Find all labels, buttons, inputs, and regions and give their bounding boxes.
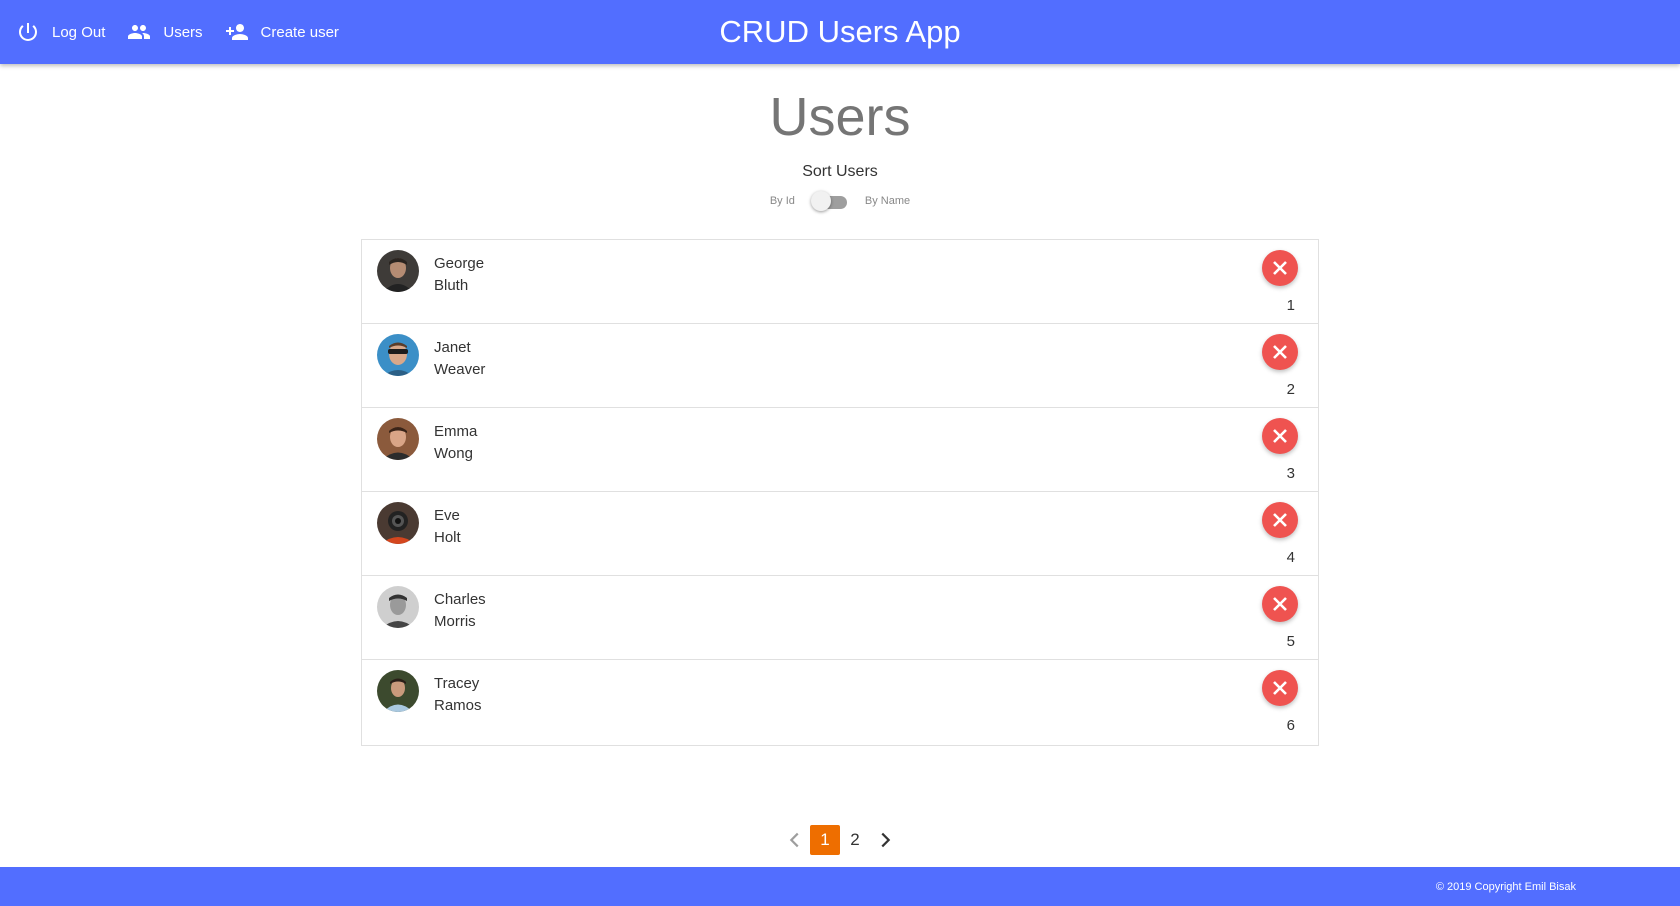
user-first-name: Tracey <box>434 675 480 692</box>
avatar <box>377 586 419 628</box>
user-first-name: Eve <box>434 507 460 524</box>
user-id: 1 <box>1286 297 1295 314</box>
user-last-name: Weaver <box>434 361 486 378</box>
delete-user-button[interactable] <box>1262 502 1298 538</box>
user-last-name: Bluth <box>434 277 469 294</box>
avatar-image <box>377 586 419 628</box>
sort-title: Sort Users <box>802 163 878 180</box>
close-icon <box>1273 681 1287 695</box>
delete-user-button[interactable] <box>1262 334 1298 370</box>
avatar <box>377 418 419 460</box>
avatar-image <box>377 502 419 544</box>
chevron-left-icon <box>789 832 799 848</box>
delete-user-button[interactable] <box>1262 586 1298 622</box>
sort-by-id-label: By Id <box>769 195 795 207</box>
user-last-name: Morris <box>434 613 476 630</box>
pagination: 1 2 <box>0 825 1680 855</box>
chevron-right-icon <box>881 832 891 848</box>
user-row: George Bluth 1 <box>362 240 1318 324</box>
user-last-name: Holt <box>434 529 461 546</box>
user-row: Eve Holt 4 <box>362 492 1318 576</box>
close-icon <box>1273 429 1287 443</box>
page-title: Users <box>769 87 911 147</box>
user-id: 3 <box>1286 465 1295 482</box>
top-navbar: Log Out Users Create user CRUD Users App <box>0 0 1680 64</box>
sort-by-name-label: By Name <box>864 195 911 207</box>
user-last-name: Wong <box>434 445 473 462</box>
close-icon <box>1273 345 1287 359</box>
sort-switch-row: By Id By Name <box>0 190 1680 212</box>
prev-page-button[interactable] <box>780 825 810 855</box>
avatar-image <box>377 250 419 292</box>
power-icon <box>18 23 37 41</box>
user-id: 2 <box>1286 381 1295 398</box>
page-1-button[interactable]: 1 <box>810 825 840 855</box>
user-first-name: George <box>434 255 485 272</box>
sort-toggle-switch[interactable] <box>810 190 849 212</box>
avatar <box>377 502 419 544</box>
close-icon <box>1273 513 1287 527</box>
user-row: Tracey Ramos 6 <box>362 660 1318 744</box>
user-row: Janet Weaver 2 <box>362 324 1318 408</box>
copyright-text: © 2019 Copyright Emil Bisak <box>1435 881 1576 893</box>
add-user-icon <box>225 24 248 40</box>
next-page-button[interactable] <box>870 825 900 855</box>
app-title[interactable]: CRUD Users App <box>719 14 960 49</box>
user-id: 4 <box>1286 549 1295 566</box>
delete-user-button[interactable] <box>1262 670 1298 706</box>
user-id: 5 <box>1286 633 1295 650</box>
avatar <box>377 334 419 376</box>
avatar-image <box>377 418 419 460</box>
user-name: Emma Wong <box>434 421 477 465</box>
nav-create-user-link[interactable]: Create user <box>223 0 355 64</box>
user-row: Charles Morris 5 <box>362 576 1318 660</box>
avatar-image <box>377 670 419 712</box>
nav-users-label: Users <box>163 23 203 41</box>
footer: © 2019 Copyright Emil Bisak <box>0 867 1680 906</box>
user-name: Janet Weaver <box>434 337 485 381</box>
user-first-name: Emma <box>434 423 478 440</box>
user-last-name: Ramos <box>434 697 482 714</box>
user-name: Eve Holt <box>434 505 461 549</box>
nav-create-user-label: Create user <box>260 23 339 41</box>
user-name: George Bluth <box>434 253 484 297</box>
user-id: 6 <box>1286 717 1295 734</box>
nav-menu: Log Out Users Create user <box>14 0 359 64</box>
user-name: Charles Morris <box>434 589 486 633</box>
avatar <box>377 670 419 712</box>
close-icon <box>1273 597 1287 611</box>
page-2-button[interactable]: 2 <box>840 825 870 855</box>
nav-logout-link[interactable]: Log Out <box>14 0 121 64</box>
avatar <box>377 250 419 292</box>
nav-users-link[interactable]: Users <box>125 0 218 64</box>
delete-user-button[interactable] <box>1262 418 1298 454</box>
user-first-name: Janet <box>434 339 471 356</box>
users-icon <box>128 25 151 39</box>
nav-logout-label: Log Out <box>52 23 106 41</box>
close-icon <box>1273 261 1287 275</box>
avatar-image <box>377 334 419 376</box>
user-list: George Bluth 1 Janet Weaver 2 Emma Wong … <box>361 239 1319 746</box>
delete-user-button[interactable] <box>1262 250 1298 286</box>
switch-thumb[interactable] <box>810 191 831 211</box>
user-row: Emma Wong 3 <box>362 408 1318 492</box>
user-first-name: Charles <box>434 591 486 608</box>
user-name: Tracey Ramos <box>434 673 482 717</box>
